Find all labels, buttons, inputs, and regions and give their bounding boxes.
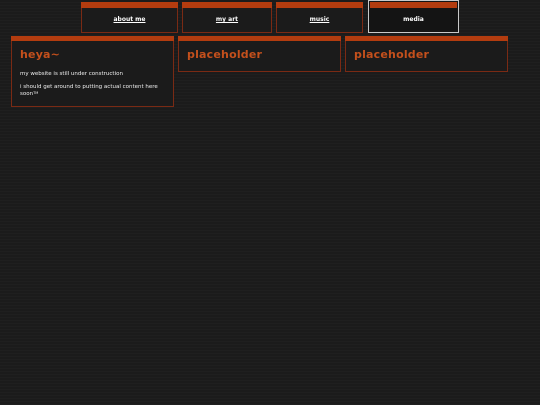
card-title: placeholder [187,48,263,61]
trademark-superscript: TM [33,91,39,95]
card-placeholder: placeholder [345,36,508,72]
tab-music[interactable]: music [276,2,363,33]
tab-about-me[interactable]: about me [81,2,178,33]
card-placeholder: placeholder [178,36,341,72]
card-body: my website is still under construction i… [20,71,167,104]
card-paragraph-text: i should get around to putting actual co… [20,84,158,97]
tab-accent-bar [182,2,272,8]
tab-music-label[interactable]: music [277,16,362,23]
tab-about-me-label[interactable]: about me [82,16,177,23]
tab-media[interactable]: media [368,0,459,33]
tab-my-art[interactable]: my art [182,2,272,33]
tab-accent-bar [81,2,178,8]
card-accent-bar [178,36,341,41]
tab-accent-bar [370,2,457,8]
card-title: placeholder [354,48,430,61]
tab-my-art-label[interactable]: my art [183,16,271,23]
card-paragraph: i should get around to putting actual co… [20,84,167,98]
tab-accent-bar [276,2,363,8]
card-paragraph: my website is still under construction [20,71,123,77]
card-title: heya~ [20,48,61,61]
card-accent-bar [11,36,174,41]
card-accent-bar [345,36,508,41]
tab-media-label[interactable]: media [369,16,458,23]
card-heya: heya~ my website is still under construc… [11,36,174,107]
